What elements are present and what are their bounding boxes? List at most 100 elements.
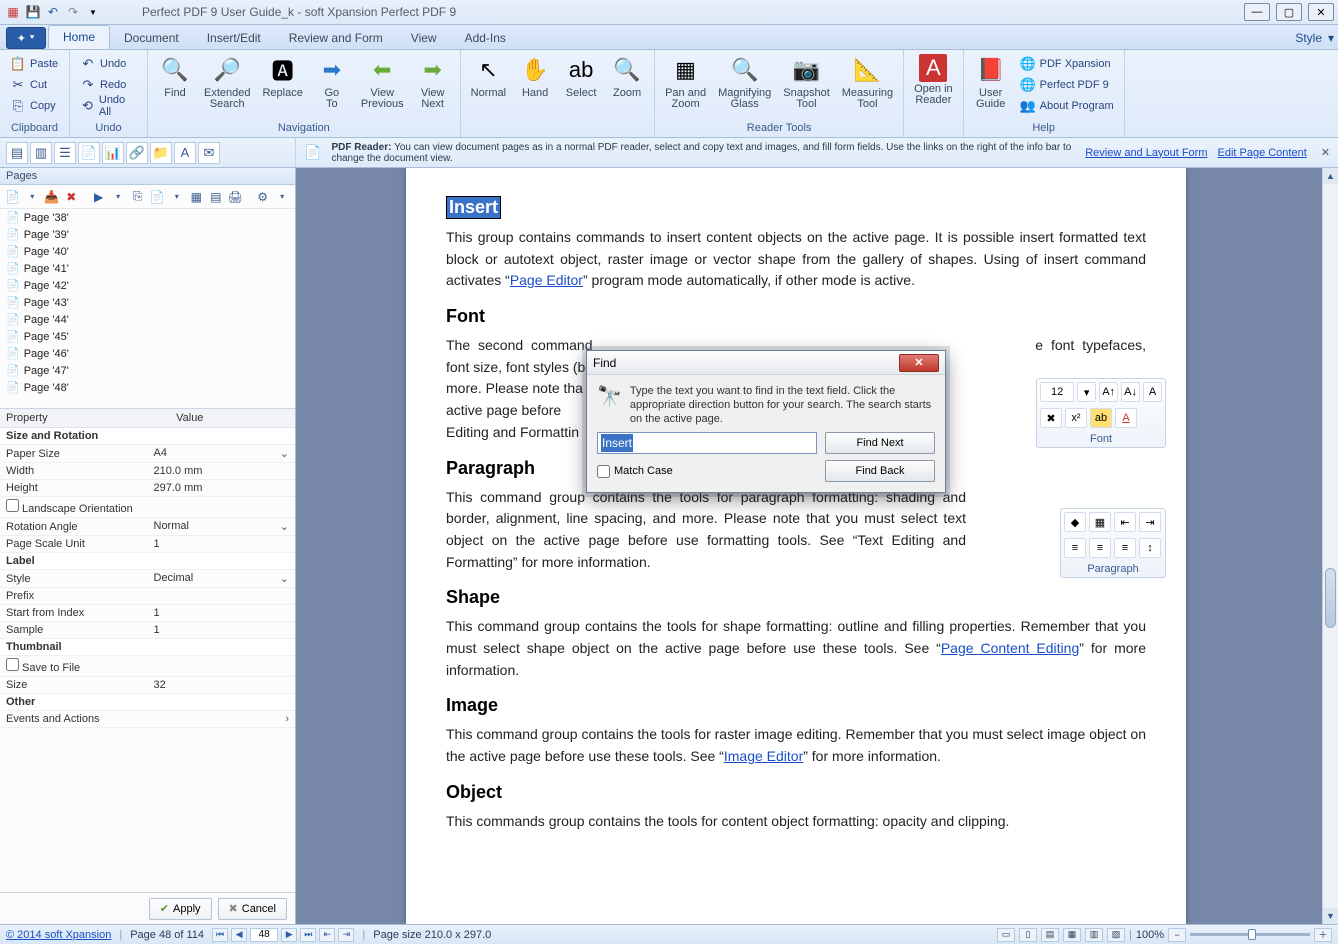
normal-tool-button[interactable]: ↖Normal [465,52,512,121]
page-list-item[interactable]: Page '47' [0,362,295,379]
view-mode6-icon[interactable]: 🔗 [126,142,148,164]
page-list-item[interactable]: Page '44' [0,311,295,328]
view-next-button[interactable]: ➡View Next [410,52,456,121]
magnify-button[interactable]: 🔍Magnifying Glass [712,52,777,121]
scrollbar-thumb[interactable] [1325,568,1336,628]
view-mode9-icon[interactable]: ✉ [198,142,220,164]
copy-button[interactable]: ⎘Copy [8,96,60,116]
pdf-xpansion-link[interactable]: 🌐PDF Xpansion [1018,54,1116,74]
layout-3-icon[interactable]: ▤ [1041,928,1059,942]
view-mode5-icon[interactable]: 📊 [102,142,124,164]
undo-button[interactable]: ↶Undo [78,54,139,74]
view-mode8-icon[interactable]: A [174,142,196,164]
view-mode4-icon[interactable]: 📄 [78,142,100,164]
prop-row[interactable]: Height297.0 mm [0,480,295,497]
page-list[interactable]: Page '38'Page '39'Page '40'Page '41'Page… [0,209,295,409]
hand-tool-button[interactable]: ✋Hand [512,52,558,121]
layout-1-icon[interactable]: ▭ [997,928,1015,942]
cut-button[interactable]: ✂Cut [8,75,60,95]
tab-insert-edit[interactable]: Insert/Edit [193,27,275,49]
prop-row[interactable]: Prefix [0,588,295,605]
view-prev-button[interactable]: ⬅View Previous [355,52,410,121]
find-button[interactable]: 🔍Find [152,52,198,121]
scroll-up-icon[interactable]: ▲ [1323,168,1338,184]
replace-button[interactable]: 🅰Replace [256,52,308,121]
first-page-icon[interactable]: ⏮ [212,928,228,942]
layout-4-icon[interactable]: ▦ [1063,928,1081,942]
file-button[interactable]: ✦ [6,27,46,49]
ext-search-button[interactable]: 🔎Extended Search [198,52,256,121]
find-input[interactable]: Insert [597,432,817,454]
view-mode7-icon[interactable]: 📁 [150,142,172,164]
gear-icon[interactable]: ⚙ [254,188,272,206]
prev-page-icon[interactable]: ◀ [231,928,247,942]
page-list-item[interactable]: Page '42' [0,277,295,294]
maximize-button[interactable]: ▢ [1276,3,1302,21]
nav-fwd-icon[interactable]: ⇥ [338,928,354,942]
prop-row[interactable]: StyleDecimal⌄ [0,570,295,588]
find-next-button[interactable]: Find Next [825,432,935,454]
prop-row[interactable]: Paper SizeA4⌄ [0,445,295,463]
layout-2-icon[interactable]: ▯ [1019,928,1037,942]
page-list-item[interactable]: Page '41' [0,260,295,277]
snapshot-button[interactable]: 📷Snapshot Tool [777,52,835,121]
tab-addins[interactable]: Add-Ins [451,27,520,49]
perfect-pdf9-link[interactable]: 🌐Perfect PDF 9 [1018,75,1116,95]
print-icon[interactable]: 🖨 [227,188,245,206]
match-case-input[interactable] [597,465,610,478]
prop-row[interactable]: Rotation AngleNormal⌄ [0,518,295,536]
measure-button[interactable]: 📐Measuring Tool [836,52,899,121]
qat-dropdown-icon[interactable]: ▼ [84,3,102,21]
last-page-icon[interactable]: ⏭ [300,928,316,942]
page-list-item[interactable]: Page '40' [0,243,295,260]
apply-button[interactable]: ✔Apply [149,898,212,920]
select-tool-button[interactable]: abSelect [558,52,604,121]
prop-row[interactable]: Start from Index1 [0,605,295,622]
page-editor-link[interactable]: Page Editor [510,272,583,288]
layout-5-icon[interactable]: ▥ [1085,928,1103,942]
user-guide-button[interactable]: 📕User Guide [968,52,1014,121]
prop-row[interactable]: Landscape Orientation [0,497,295,518]
about-program-link[interactable]: 👥About Program [1018,96,1116,116]
grid-icon[interactable]: ▦ [187,188,205,206]
page-new-icon[interactable]: 📄 [148,188,166,206]
next-page-icon[interactable]: ▶ [281,928,297,942]
minimize-button[interactable]: — [1244,3,1270,21]
zoom-in-icon[interactable]: ＋ [1314,928,1332,942]
grid-list-icon[interactable]: ▤ [207,188,225,206]
prop-row[interactable]: Save to File [0,656,295,677]
tab-document[interactable]: Document [110,27,193,49]
page-number-input[interactable] [250,928,278,942]
pan-zoom-button[interactable]: ▦Pan and Zoom [659,52,712,121]
page-list-item[interactable]: Page '43' [0,294,295,311]
prop-row[interactable]: Page Scale Unit1 [0,536,295,553]
find-back-button[interactable]: Find Back [825,460,935,482]
prop-row[interactable]: Sample1 [0,622,295,639]
play-icon[interactable]: ▶ [90,188,108,206]
infobar-close-icon[interactable]: ✕ [1321,146,1330,159]
image-editor-link[interactable]: Image Editor [724,748,803,764]
page-content-editing-link[interactable]: Page Content Editing [941,640,1079,656]
redo-button[interactable]: ↷Redo [78,75,139,95]
prop-row[interactable]: Events and Actions› [0,711,295,728]
document-view[interactable]: Insert This group contains commands to i… [296,168,1338,924]
page-copy-icon[interactable]: ⎘ [129,188,147,206]
page-list-item[interactable]: Page '39' [0,226,295,243]
page-list-item[interactable]: Page '46' [0,345,295,362]
layout-6-icon[interactable]: ▨ [1107,928,1125,942]
view-mode2-icon[interactable]: ▥ [30,142,52,164]
style-menu[interactable]: Style [1287,27,1338,49]
paste-button[interactable]: 📋Paste [8,54,60,74]
edit-page-content-link[interactable]: Edit Page Content [1217,147,1306,159]
tab-home[interactable]: Home [48,25,110,49]
nav-back-icon[interactable]: ⇤ [319,928,335,942]
open-reader-button[interactable]: AOpen in Reader [908,52,959,121]
prop-row[interactable]: Size32 [0,677,295,694]
prop-check[interactable] [6,499,19,512]
zoom-slider[interactable] [1190,933,1310,936]
qat-save-icon[interactable]: 💾 [24,3,42,21]
qat-undo-icon[interactable]: ↶ [44,3,62,21]
zoom-tool-button[interactable]: 🔍Zoom [604,52,650,121]
page-list-item[interactable]: Page '38' [0,209,295,226]
match-case-checkbox[interactable]: Match Case [597,460,817,482]
